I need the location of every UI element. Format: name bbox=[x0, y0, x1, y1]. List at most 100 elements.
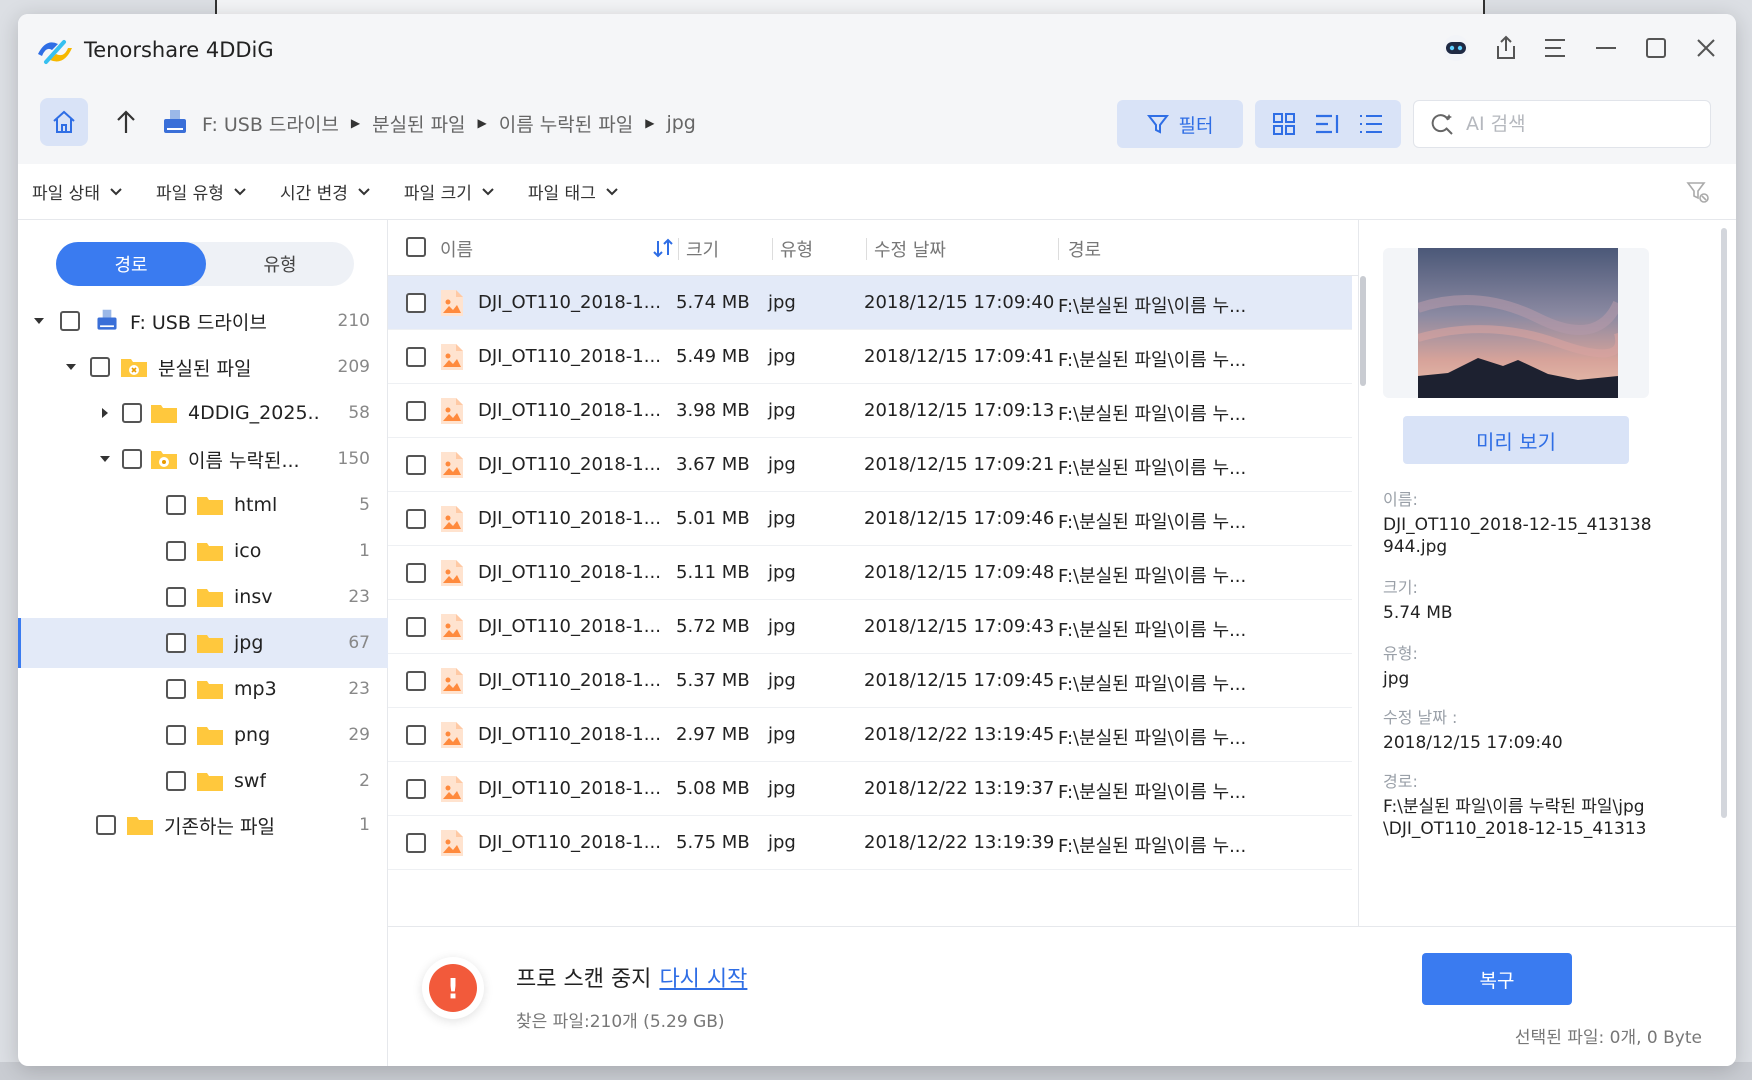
tree-item-unnamed-files[interactable]: 이름 누락된... 150 bbox=[18, 434, 388, 484]
row-checkbox[interactable] bbox=[406, 347, 426, 367]
row-checkbox[interactable] bbox=[406, 401, 426, 421]
home-button[interactable] bbox=[40, 98, 88, 146]
ai-search-box[interactable] bbox=[1413, 100, 1711, 148]
filter-label: 필터 bbox=[1178, 114, 1214, 137]
tree-item-insv[interactable]: insv 23 bbox=[18, 572, 388, 622]
table-row[interactable]: DJI_OT110_2018-1... 5.08 MB jpg 2018/12/22 … bbox=[388, 762, 1352, 816]
robot-icon[interactable] bbox=[1440, 32, 1472, 64]
tree-item-png[interactable]: png 29 bbox=[18, 710, 388, 760]
checkbox[interactable] bbox=[166, 725, 186, 745]
clear-filter-icon[interactable] bbox=[1686, 180, 1710, 204]
caret-right-icon[interactable] bbox=[98, 406, 112, 420]
image-file-icon bbox=[441, 830, 463, 856]
restart-link[interactable]: 다시 시작 bbox=[659, 967, 747, 992]
row-checkbox[interactable] bbox=[406, 671, 426, 691]
table-row[interactable]: DJI_OT110_2018-1... 5.49 MB jpg 2018/12/15 … bbox=[388, 330, 1352, 384]
checkbox[interactable] bbox=[166, 771, 186, 791]
row-checkbox[interactable] bbox=[406, 617, 426, 637]
cell-size: 3.67 MB bbox=[676, 454, 750, 475]
table-row[interactable]: DJI_OT110_2018-1... 5.37 MB jpg 2018/12/15 … bbox=[388, 654, 1352, 708]
share-icon[interactable] bbox=[1490, 32, 1522, 64]
table-row[interactable]: DJI_OT110_2018-1... 5.01 MB jpg 2018/12/15 … bbox=[388, 492, 1352, 546]
grid-view-icon[interactable] bbox=[1272, 112, 1296, 136]
file-size-dropdown[interactable]: 파일 크기 bbox=[404, 179, 494, 204]
minimize-icon[interactable] bbox=[1590, 32, 1622, 64]
menu-icon[interactable] bbox=[1540, 32, 1572, 64]
checkbox[interactable] bbox=[166, 495, 186, 515]
checkbox[interactable] bbox=[122, 403, 142, 423]
tree-item-count: 210 bbox=[337, 311, 370, 331]
tab-path[interactable]: 경로 bbox=[56, 242, 206, 286]
file-tag-dropdown[interactable]: 파일 태그 bbox=[528, 179, 618, 204]
cell-modified: 2018/12/22 13:19:39 bbox=[864, 832, 1055, 853]
checkbox[interactable] bbox=[166, 633, 186, 653]
caret-down-icon[interactable] bbox=[64, 360, 78, 374]
breadcrumb-item[interactable]: 이름 누락된 파일 bbox=[499, 110, 633, 137]
column-header-size[interactable]: 크기 bbox=[686, 236, 719, 262]
row-checkbox[interactable] bbox=[406, 293, 426, 313]
cell-name: DJI_OT110_2018-1... bbox=[478, 778, 661, 799]
checkbox[interactable] bbox=[122, 449, 142, 469]
tree-item-existing-files[interactable]: 기존하는 파일 1 bbox=[18, 800, 388, 850]
row-checkbox[interactable] bbox=[406, 779, 426, 799]
tree-item-mp3[interactable]: mp3 23 bbox=[18, 664, 388, 714]
row-checkbox[interactable] bbox=[406, 725, 426, 745]
checkbox[interactable] bbox=[90, 357, 110, 377]
tree-item-html[interactable]: html 5 bbox=[18, 480, 388, 530]
recover-button[interactable]: 복구 bbox=[1422, 953, 1572, 1005]
file-type-dropdown[interactable]: 파일 유형 bbox=[156, 179, 246, 204]
ai-search-input[interactable] bbox=[1466, 113, 1686, 135]
dropdown-label: 파일 크기 bbox=[403, 184, 472, 204]
time-changed-dropdown[interactable]: 시간 변경 bbox=[280, 179, 370, 204]
sort-icon[interactable] bbox=[652, 238, 674, 258]
table-row[interactable]: DJI_OT110_2018-1... 2.97 MB jpg 2018/12/22 … bbox=[388, 708, 1352, 762]
preview-button[interactable]: 미리 보기 bbox=[1403, 416, 1629, 464]
breadcrumb-item[interactable]: jpg bbox=[666, 112, 695, 134]
file-status-dropdown[interactable]: 파일 상태 bbox=[32, 179, 122, 204]
checkbox[interactable] bbox=[60, 311, 80, 331]
image-file-icon bbox=[441, 344, 463, 370]
filter-button[interactable]: 필터 bbox=[1117, 100, 1243, 148]
table-row[interactable]: DJI_OT110_2018-1... 5.74 MB jpg 2018/12/15 … bbox=[388, 276, 1352, 330]
table-row[interactable]: DJI_OT110_2018-1... 3.67 MB jpg 2018/12/15 … bbox=[388, 438, 1352, 492]
cell-size: 3.98 MB bbox=[676, 400, 750, 421]
tree-item-ico[interactable]: ico 1 bbox=[18, 526, 388, 576]
cell-modified: 2018/12/15 17:09:21 bbox=[864, 454, 1055, 475]
caret-down-icon[interactable] bbox=[98, 452, 112, 466]
preview-scrollbar[interactable] bbox=[1721, 228, 1727, 818]
tree-item-swf[interactable]: swf 2 bbox=[18, 756, 388, 806]
checkbox[interactable] bbox=[166, 587, 186, 607]
tree-item-lost-files[interactable]: 분실된 파일 209 bbox=[18, 342, 388, 392]
checkbox[interactable] bbox=[166, 679, 186, 699]
checkbox[interactable] bbox=[166, 541, 186, 561]
folder-icon bbox=[127, 817, 153, 835]
row-checkbox[interactable] bbox=[406, 563, 426, 583]
detail-view-icon[interactable] bbox=[1358, 113, 1384, 135]
column-header-name[interactable]: 이름 bbox=[440, 236, 473, 262]
close-icon[interactable] bbox=[1690, 32, 1722, 64]
table-row[interactable]: DJI_OT110_2018-1... 5.72 MB jpg 2018/12/15 … bbox=[388, 600, 1352, 654]
column-header-path[interactable]: 경로 bbox=[1068, 236, 1101, 262]
tree-item-4ddig[interactable]: 4DDIG_2025... 58 bbox=[18, 388, 388, 438]
breadcrumb-item[interactable]: 분실된 파일 bbox=[372, 110, 465, 137]
maximize-icon[interactable] bbox=[1640, 32, 1672, 64]
table-row[interactable]: DJI_OT110_2018-1... 5.75 MB jpg 2018/12/22 … bbox=[388, 816, 1352, 870]
row-checkbox[interactable] bbox=[406, 509, 426, 529]
up-button[interactable] bbox=[110, 104, 142, 140]
caret-down-icon[interactable] bbox=[32, 314, 46, 328]
tab-type[interactable]: 유형 bbox=[206, 242, 354, 286]
select-all-checkbox[interactable] bbox=[406, 237, 426, 257]
breadcrumb-item[interactable]: F: USB 드라이브 bbox=[202, 110, 339, 137]
table-row[interactable]: DJI_OT110_2018-1... 3.98 MB jpg 2018/12/15 … bbox=[388, 384, 1352, 438]
tree-item-label: 기존하는 파일 bbox=[164, 815, 275, 838]
column-header-modified[interactable]: 수정 날짜 bbox=[874, 236, 946, 262]
tree-item-jpg[interactable]: jpg 67 bbox=[18, 618, 388, 668]
list-view-icon[interactable] bbox=[1314, 113, 1340, 135]
row-checkbox[interactable] bbox=[406, 833, 426, 853]
photo-thumbnail[interactable] bbox=[1418, 248, 1618, 398]
column-header-type[interactable]: 유형 bbox=[780, 236, 813, 262]
tree-item-usb-drive[interactable]: F: USB 드라이브 210 bbox=[18, 296, 388, 346]
row-checkbox[interactable] bbox=[406, 455, 426, 475]
checkbox[interactable] bbox=[96, 815, 116, 835]
table-row[interactable]: DJI_OT110_2018-1... 5.11 MB jpg 2018/12/15 … bbox=[388, 546, 1352, 600]
